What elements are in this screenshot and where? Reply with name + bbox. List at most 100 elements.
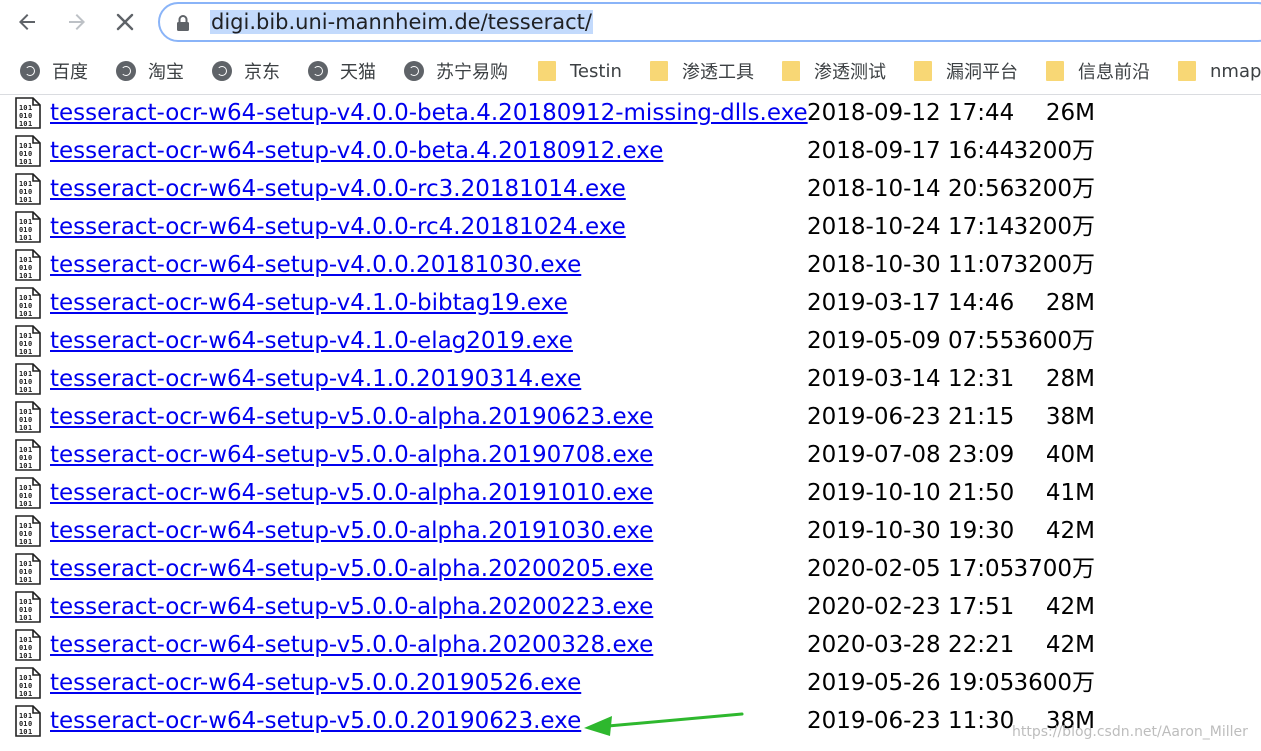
- globe-icon: [20, 61, 40, 81]
- forward-button[interactable]: [60, 6, 94, 38]
- svg-text:10: 10: [19, 446, 27, 454]
- bookmark-folder-testin[interactable]: Testin: [538, 58, 622, 84]
- file-size: 28M: [1045, 290, 1095, 316]
- bookmark-label: 京东: [244, 62, 280, 83]
- file-link[interactable]: tesseract-ocr-w64-setup-v4.1.0-elag2019.…: [50, 326, 573, 356]
- svg-text:0: 0: [28, 492, 32, 500]
- file-size: 28M: [1045, 366, 1095, 392]
- bookmark-folder-nmap[interactable]: nmap: [1178, 58, 1261, 84]
- svg-text:10: 10: [19, 712, 27, 720]
- bookmark-tmall[interactable]: 天猫: [308, 58, 376, 84]
- svg-text:0: 0: [28, 378, 32, 386]
- back-button[interactable]: [10, 6, 44, 38]
- file-link[interactable]: tesseract-ocr-w64-setup-v4.1.0.20190314.…: [50, 364, 581, 394]
- svg-text:01: 01: [19, 606, 27, 614]
- file-size: 3200万: [1013, 176, 1095, 202]
- bookmark-suning[interactable]: 苏宁易购: [404, 58, 508, 84]
- bookmark-baidu[interactable]: 百度: [20, 58, 88, 84]
- bookmark-taobao[interactable]: 淘宝: [116, 58, 184, 84]
- svg-text:10: 10: [19, 180, 27, 188]
- watermark: https://blog.csdn.net/Aaron_Miller: [1012, 724, 1248, 740]
- svg-text:0: 0: [28, 454, 32, 462]
- binary-file-icon: 10 101 010 1: [15, 515, 41, 547]
- file-date: 2020-02-05 17:05: [807, 556, 1015, 582]
- svg-text:01: 01: [19, 302, 27, 310]
- green-arrow-icon: [584, 712, 744, 736]
- file-size: 3600万: [1013, 670, 1095, 696]
- bookmark-label: 信息前沿: [1078, 62, 1150, 83]
- svg-text:10: 10: [19, 690, 27, 698]
- svg-text:10: 10: [19, 522, 27, 530]
- svg-text:1: 1: [28, 712, 32, 720]
- svg-text:1: 1: [28, 294, 32, 302]
- address-bar[interactable]: digi.bib.uni-mannheim.de/tesseract/: [158, 2, 1261, 42]
- bookmark-jd[interactable]: 京东: [212, 58, 280, 84]
- svg-text:1: 1: [28, 196, 32, 204]
- file-link[interactable]: tesseract-ocr-w64-setup-v4.0.0-rc3.20181…: [50, 174, 626, 204]
- lock-icon[interactable]: [176, 15, 190, 31]
- svg-text:1: 1: [28, 424, 32, 432]
- table-row: 10 1 01 0 10 1 tesseract-ocr-w64-setup-v5.0.0-…: [0, 437, 1261, 475]
- svg-text:1: 1: [28, 652, 32, 660]
- svg-text:1: 1: [28, 522, 32, 530]
- binary-file-icon: 10 101 010 1: [15, 553, 41, 585]
- file-link[interactable]: tesseract-ocr-w64-setup-v4.0.0-rc4.20181…: [50, 212, 626, 242]
- bookmark-label: 苏宁易购: [436, 62, 508, 83]
- url-text[interactable]: digi.bib.uni-mannheim.de/tesseract/: [210, 10, 593, 34]
- bookmark-folder-pentest[interactable]: 渗透测试: [782, 58, 886, 84]
- file-link[interactable]: tesseract-ocr-w64-setup-v5.0.0.20190623.…: [50, 706, 581, 736]
- file-date: 2020-03-28 22:21: [807, 632, 1015, 658]
- file-size: 42M: [1045, 632, 1095, 658]
- file-link[interactable]: tesseract-ocr-w64-setup-v5.0.0-alpha.202…: [50, 554, 653, 584]
- file-link[interactable]: tesseract-ocr-w64-setup-v5.0.0-alpha.201…: [50, 516, 653, 546]
- stop-button[interactable]: [108, 6, 142, 38]
- bookmark-folder-pentest-tools[interactable]: 渗透工具: [650, 58, 754, 84]
- svg-text:1: 1: [28, 120, 32, 128]
- bookmark-folder-info-frontier[interactable]: 信息前沿: [1046, 58, 1150, 84]
- file-size: 3200万: [1013, 214, 1095, 240]
- file-link[interactable]: tesseract-ocr-w64-setup-v5.0.0-alpha.202…: [50, 630, 653, 660]
- globe-icon: [308, 61, 328, 81]
- file-size: 38M: [1045, 404, 1095, 430]
- svg-text:1: 1: [28, 158, 32, 166]
- svg-text:10: 10: [19, 598, 27, 606]
- file-size: 3200万: [1013, 252, 1095, 278]
- file-link[interactable]: tesseract-ocr-w64-setup-v4.0.0.20181030.…: [50, 250, 581, 280]
- file-date: 2019-06-23 21:15: [807, 404, 1015, 430]
- file-link[interactable]: tesseract-ocr-w64-setup-v5.0.0-alpha.201…: [50, 402, 653, 432]
- svg-text:10: 10: [19, 272, 27, 280]
- table-row: 10 1 01 0 10 1 tesseract-ocr-w64-setup-v5.0.0-…: [0, 399, 1261, 437]
- file-link[interactable]: tesseract-ocr-w64-setup-v5.0.0-alpha.201…: [50, 478, 653, 508]
- folder-icon: [538, 61, 556, 81]
- browser-toolbar: digi.bib.uni-mannheim.de/tesseract/: [0, 0, 1261, 44]
- file-link[interactable]: tesseract-ocr-w64-setup-v5.0.0.20190526.…: [50, 668, 581, 698]
- svg-text:1: 1: [28, 576, 32, 584]
- file-date: 2018-10-24 17:14: [807, 214, 1015, 240]
- table-row: 10 1 01 0 10 1 tesseract-ocr-w64-setup-v5.0.0.…: [0, 665, 1261, 703]
- svg-text:01: 01: [19, 264, 27, 272]
- file-link[interactable]: tesseract-ocr-w64-setup-v5.0.0-alpha.202…: [50, 592, 653, 622]
- file-date: 2018-10-14 20:56: [807, 176, 1015, 202]
- svg-text:1: 1: [28, 462, 32, 470]
- svg-text:01: 01: [19, 378, 27, 386]
- svg-text:10: 10: [19, 614, 27, 622]
- bookmark-label: 漏洞平台: [946, 62, 1018, 83]
- file-link[interactable]: tesseract-ocr-w64-setup-v5.0.0-alpha.201…: [50, 440, 653, 470]
- svg-text:1: 1: [28, 256, 32, 264]
- svg-text:1: 1: [28, 560, 32, 568]
- svg-text:10: 10: [19, 310, 27, 318]
- file-link[interactable]: tesseract-ocr-w64-setup-v4.0.0-beta.4.20…: [50, 136, 663, 166]
- file-date: 2019-05-09 07:55: [807, 328, 1015, 354]
- table-row: 10 1 01 0 10 1 tesseract-ocr-w64-setup-v4.0.0-…: [0, 171, 1261, 209]
- file-link[interactable]: tesseract-ocr-w64-setup-v4.1.0-bibtag19.…: [50, 288, 568, 318]
- svg-text:01: 01: [19, 226, 27, 234]
- svg-text:10: 10: [19, 386, 27, 394]
- file-size: 3700万: [1013, 556, 1095, 582]
- globe-icon: [116, 61, 136, 81]
- binary-file-icon: 10 101 010 1: [15, 211, 41, 243]
- bookmark-folder-vuln-platform[interactable]: 漏洞平台: [914, 58, 1018, 84]
- file-date: 2019-03-17 14:46: [807, 290, 1015, 316]
- file-date: 2018-09-17 16:44: [807, 138, 1015, 164]
- svg-text:01: 01: [19, 416, 27, 424]
- file-link[interactable]: tesseract-ocr-w64-setup-v4.0.0-beta.4.20…: [50, 98, 808, 128]
